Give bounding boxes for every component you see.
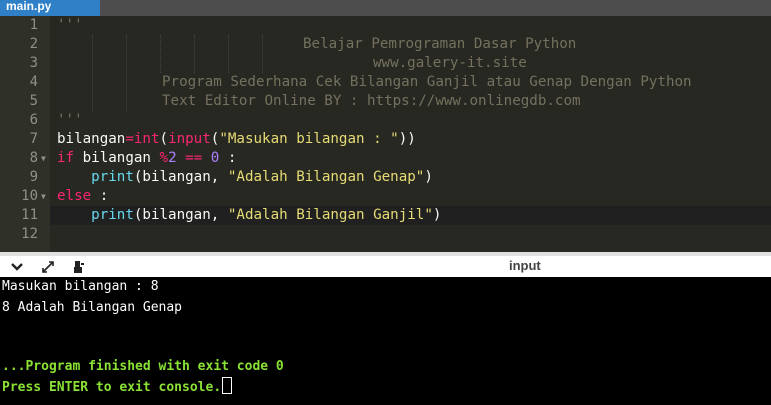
expand-arrows-icon[interactable] — [40, 260, 56, 276]
token-string: "Masukan bilangan : " — [219, 131, 399, 147]
token-builtin: input — [168, 131, 211, 147]
indent-guide — [228, 35, 230, 73]
line-number: 9 — [29, 169, 38, 185]
line-number-gutter: 1 2 3 4 5 6 7 8 ▼ 9 10 ▼ 11 12 — [0, 16, 50, 252]
file-tab-bar: main.py — [0, 0, 771, 16]
clear-console-icon[interactable] — [71, 260, 87, 276]
console-exit-message: ...Program finished with exit code 0 — [2, 359, 284, 374]
line-number: 8 — [29, 150, 38, 166]
token-variable: bilangan — [57, 131, 126, 147]
code-line-3: www.galery-it.site — [373, 55, 527, 71]
code-line-11: print(bilangan, "Adalah Bilangan Ganjil"… — [57, 206, 441, 225]
line-number: 5 — [29, 93, 38, 109]
console-toolbar: input — [0, 252, 771, 277]
indent-guide — [262, 35, 264, 73]
code-line-7: bilangan=int(input("Masukan bilangan : "… — [57, 130, 416, 149]
token-builtin: int — [133, 131, 160, 147]
console-line: 8 Adalah Bilangan Genap — [2, 300, 183, 315]
code-line-5: Text Editor Online BY : https://www.onli… — [162, 93, 581, 109]
token-function: print — [91, 207, 134, 223]
file-tab-main-py[interactable]: main.py — [0, 0, 100, 16]
token-paren: ( — [159, 131, 169, 147]
token-string: "Adalah Bilangan Genap" — [227, 169, 425, 185]
line-number: 1 — [29, 17, 38, 33]
token-variable: bilangan — [74, 150, 160, 166]
console-title: input — [509, 258, 541, 273]
token-paren: ) — [424, 169, 433, 185]
token-args: (bilangan, — [133, 169, 228, 185]
code-line-10: else : — [57, 187, 108, 206]
line-number: 6 — [29, 112, 38, 128]
token-paren: ) — [432, 207, 442, 223]
console-output[interactable]: Masukan bilangan : 8 8 Adalah Bilangan G… — [0, 277, 771, 405]
chevron-down-icon[interactable] — [9, 260, 25, 276]
code-line-2: Belajar Pemrograman Dasar Python — [303, 36, 577, 52]
token-string: "Adalah Bilangan Ganjil" — [227, 207, 433, 223]
fold-arrow-icon[interactable]: ▼ — [41, 187, 46, 206]
line-number: 7 — [29, 131, 38, 147]
code-line-4: Program Sederhana Cek Bilangan Ganjil at… — [162, 74, 692, 90]
line-number: 10 — [21, 188, 38, 204]
console-prompt: Press ENTER to exit console. — [2, 377, 233, 396]
line-number: 11 — [21, 207, 38, 223]
indent-guide — [92, 35, 94, 111]
console-cursor[interactable] — [222, 377, 233, 394]
token-operator: == — [176, 150, 211, 166]
line-number: 3 — [29, 55, 38, 71]
token-colon: : — [219, 150, 237, 166]
token-number: 2 — [168, 150, 177, 166]
line-number: 2 — [29, 36, 38, 52]
token-colon: : — [91, 188, 109, 204]
console-prompt-text: Press ENTER to exit console. — [2, 380, 222, 395]
fold-arrow-icon[interactable]: ▼ — [41, 149, 46, 168]
token-args: (bilangan, — [133, 207, 228, 223]
console-line: Masukan bilangan : 8 — [2, 279, 159, 294]
token-keyword: if — [57, 150, 75, 166]
code-line-9: print(bilangan, "Adalah Bilangan Genap") — [57, 168, 433, 187]
token-operator: = — [125, 131, 134, 147]
line-number: 12 — [21, 226, 38, 242]
code-editor[interactable]: 1 2 3 4 5 6 7 8 ▼ 9 10 ▼ 11 12 ''' Belaj… — [0, 16, 771, 252]
indent-guide — [160, 35, 162, 73]
token-operator: % — [159, 150, 169, 166]
code-line-1: ''' — [57, 17, 83, 33]
token-keyword: else — [57, 188, 92, 204]
code-line-6: ''' — [57, 112, 83, 128]
code-line-8: if bilangan %2 == 0 : — [57, 149, 236, 168]
indent-guide — [194, 35, 196, 73]
token-paren: )) — [398, 131, 416, 147]
token-function: print — [91, 169, 134, 185]
indent-guide — [126, 35, 128, 111]
line-number: 4 — [29, 74, 38, 90]
